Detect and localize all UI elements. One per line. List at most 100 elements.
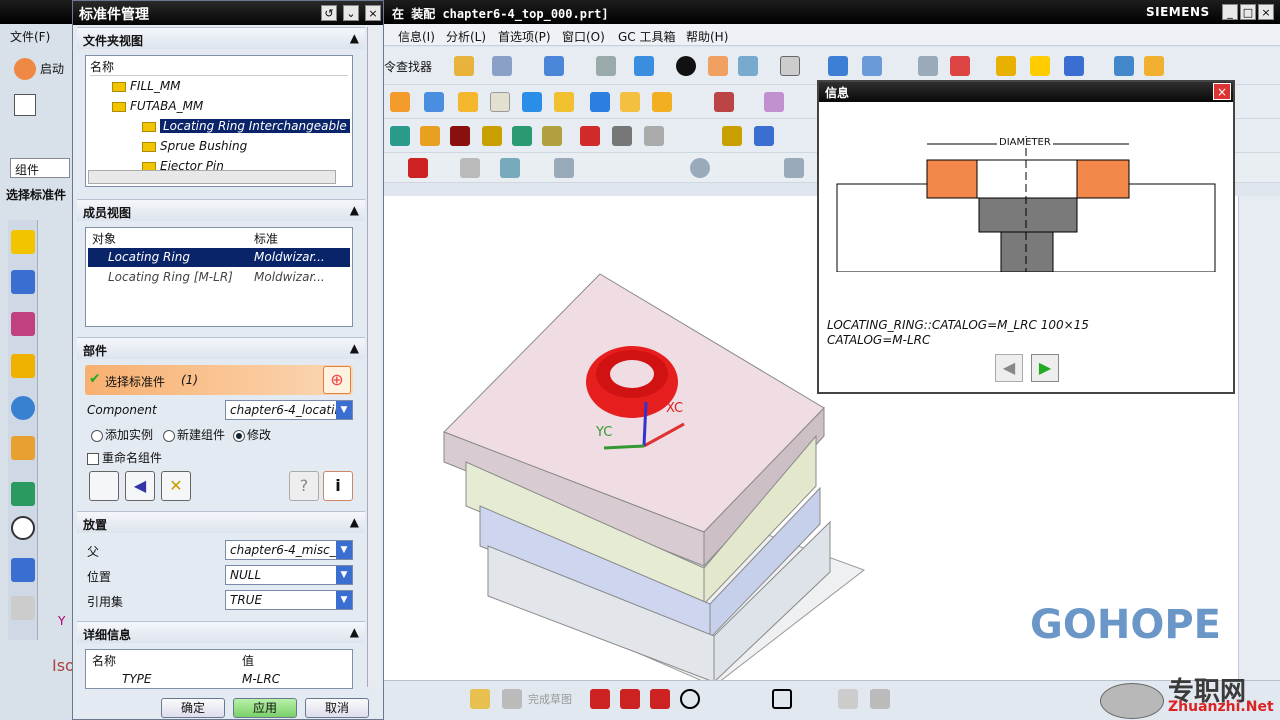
cancel-button[interactable]: 取消 [305, 698, 369, 718]
point-icon[interactable] [554, 158, 574, 178]
curve-icon[interactable] [784, 158, 804, 178]
dimension-icon[interactable] [996, 56, 1016, 76]
maximize-icon[interactable]: □ [1240, 4, 1256, 20]
collapse-arrow-icon[interactable]: ▲ [350, 203, 359, 217]
selection-box-icon[interactable] [460, 158, 480, 178]
finish-sketch-label[interactable]: 完成草图 [528, 691, 572, 707]
reuse-icon[interactable] [11, 354, 35, 378]
shade-icon[interactable] [596, 56, 616, 76]
details-row-name[interactable]: TYPE [122, 672, 151, 686]
palette-icon[interactable] [11, 558, 35, 582]
mold-icon-10[interactable] [714, 92, 734, 112]
close-icon[interactable]: × [1258, 4, 1274, 20]
col-object[interactable]: 对象 [92, 230, 116, 247]
render-icon[interactable] [676, 56, 696, 76]
info-window[interactable]: 信息 × DIAMETER LOCATING_RING::CATALOG=M_L… [817, 80, 1235, 394]
circle-icon[interactable] [680, 689, 700, 709]
delete-part-icon[interactable]: ✕ [161, 471, 191, 501]
folder-col-header[interactable]: 名称 [90, 58, 348, 76]
mold-icon-11[interactable] [764, 92, 784, 112]
tree-hscrollbar[interactable] [88, 170, 336, 184]
fit-icon[interactable] [544, 56, 564, 76]
select-icon[interactable] [492, 56, 512, 76]
collapse-arrow-icon[interactable]: ▲ [350, 515, 359, 529]
rectangle-icon[interactable] [772, 689, 792, 709]
group-combo[interactable]: 组件 [10, 158, 70, 178]
part-icon[interactable] [454, 56, 474, 76]
info-nav-icon[interactable] [11, 396, 35, 420]
start-icon[interactable] [14, 58, 36, 80]
radio-add-instance[interactable]: 添加实例 [91, 426, 153, 443]
member-row-locating-ring-mlr[interactable]: Locating Ring [M-LR] Moldwizar... [88, 268, 350, 287]
mold-icon-3[interactable] [458, 92, 478, 112]
profile-icon[interactable] [590, 689, 610, 709]
mold-icon-4[interactable] [490, 92, 510, 112]
apply-button[interactable]: 应用 [233, 698, 297, 718]
collapse-arrow-icon[interactable]: ▲ [350, 625, 359, 639]
sketch-icon[interactable] [470, 689, 490, 709]
member-list[interactable]: 对象 标准 Locating Ring Moldwizar... Locatin… [85, 227, 353, 327]
circle-snap-icon[interactable] [690, 158, 710, 178]
web-icon[interactable] [11, 436, 35, 460]
folder-tree[interactable]: 名称 FILL_MM FUTABA_MM Locating Ring Inter… [85, 55, 353, 187]
dropdown-icon[interactable]: ▼ [336, 401, 352, 419]
details-table[interactable]: 名称 值 TYPE M-LRC [85, 649, 353, 689]
menu-info[interactable]: 信息(I) [398, 28, 435, 45]
point-sketch-icon[interactable] [838, 689, 858, 709]
wcs-icon[interactable] [950, 56, 970, 76]
details-row-value[interactable]: M-LRC [242, 672, 280, 686]
reset-icon[interactable]: ↺ [321, 5, 337, 21]
constraint-icon[interactable] [11, 270, 35, 294]
angle-icon[interactable] [1144, 56, 1164, 76]
mold-icon-7[interactable] [590, 92, 610, 112]
prev-arrow-icon[interactable]: ◀ [995, 354, 1023, 382]
finish-sketch-icon[interactable] [502, 689, 522, 709]
history-icon[interactable] [11, 482, 35, 506]
mold-icon-5[interactable] [522, 92, 542, 112]
tool-icon-7[interactable] [580, 126, 600, 146]
paint-icon[interactable] [708, 56, 728, 76]
dropdown-icon[interactable]: ▼ [336, 541, 352, 559]
background-icon[interactable] [780, 56, 800, 76]
next-arrow-icon[interactable]: ▶ [1031, 354, 1059, 382]
refset-combo[interactable]: TRUE ▼ [225, 590, 353, 610]
menu-window[interactable]: 窗口(O) [562, 28, 605, 45]
reposition-icon[interactable] [89, 471, 119, 501]
radio-new-component[interactable]: 新建组件 [163, 426, 225, 443]
help-icon[interactable]: ? [289, 471, 319, 501]
details-col-value[interactable]: 值 [242, 652, 254, 669]
flip-icon[interactable]: ◀ [125, 471, 155, 501]
table-icon[interactable] [918, 56, 938, 76]
details-col-name[interactable]: 名称 [92, 652, 116, 669]
part-nav-icon[interactable] [11, 312, 35, 336]
snap-icon[interactable] [1064, 56, 1084, 76]
dialog-close-icon[interactable]: × [365, 5, 381, 21]
info-close-icon[interactable]: × [1213, 83, 1231, 100]
tool-icon-9[interactable] [644, 126, 664, 146]
dropdown-icon[interactable]: ▼ [336, 566, 352, 584]
arc-icon[interactable] [650, 689, 670, 709]
mold-icon-9[interactable] [652, 92, 672, 112]
select-part-row[interactable]: ✔ 选择标准件 (1) [85, 365, 353, 395]
mold-icon-1[interactable] [390, 92, 410, 112]
tool-icon-8[interactable] [612, 126, 632, 146]
info-icon[interactable]: i [323, 471, 353, 501]
tool-icon-10[interactable] [722, 126, 742, 146]
component-combo[interactable]: chapter6-4_locatin ▼ [225, 400, 353, 420]
tree-item-sprue-bushing[interactable]: Sprue Bushing [142, 139, 247, 153]
tool-icon-4[interactable] [482, 126, 502, 146]
position-combo[interactable]: NULL ▼ [225, 565, 353, 585]
line-icon[interactable] [620, 689, 640, 709]
mold-icon-8[interactable] [620, 92, 640, 112]
dropdown-icon[interactable]: ▼ [336, 591, 352, 609]
rename-checkbox[interactable]: 重命名组件 [87, 449, 162, 466]
roles-icon[interactable] [11, 596, 35, 620]
tool-icon-6[interactable] [542, 126, 562, 146]
part-header[interactable]: 部件 ▲ [77, 337, 365, 359]
mold-icon-6[interactable] [554, 92, 574, 112]
ok-button[interactable]: 确定 [161, 698, 225, 718]
lamp-icon[interactable] [1030, 56, 1050, 76]
measure-icon[interactable] [1114, 56, 1134, 76]
menu-preferences[interactable]: 首选项(P) [498, 28, 551, 45]
mold-icon-2[interactable] [424, 92, 444, 112]
